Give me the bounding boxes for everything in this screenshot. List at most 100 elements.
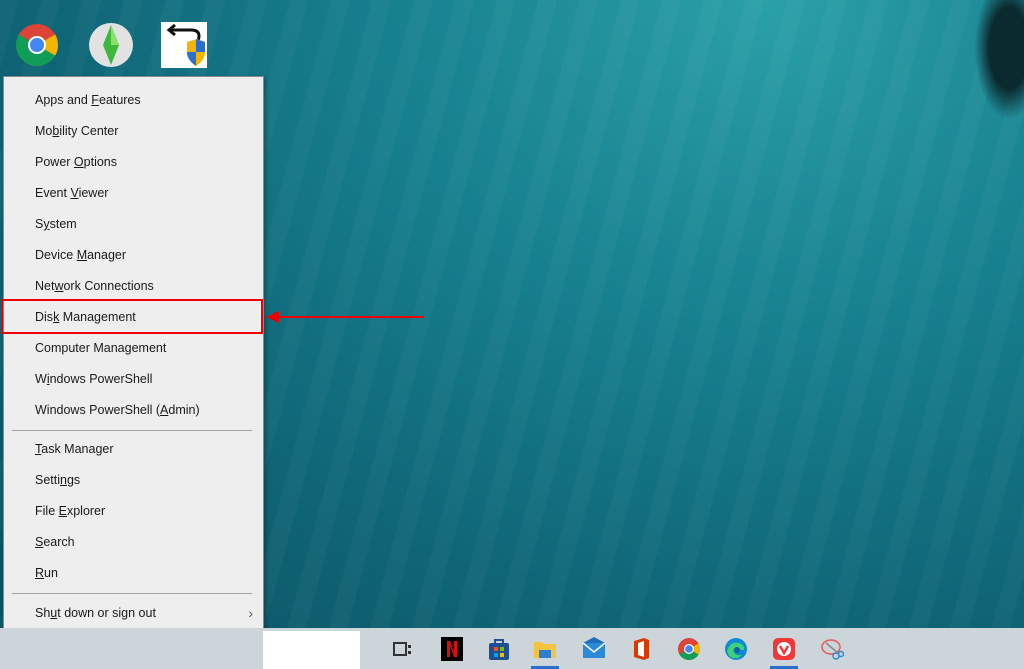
label-text: iewer (78, 186, 109, 200)
sims-plumbob-icon (89, 23, 133, 67)
label-text: ptions (83, 155, 117, 169)
chrome-shortcut[interactable]: ↗ (14, 22, 60, 90)
label-text: Computer Mana (35, 341, 125, 355)
label-text: Power (35, 155, 74, 169)
taskbar-edge-button[interactable] (718, 631, 754, 667)
disk-management-highlight-box (1, 299, 263, 334)
taskbar-vivaldi-button[interactable] (766, 631, 802, 669)
taskbar-office-button[interactable] (623, 631, 659, 667)
label-text: xplorer (66, 504, 106, 518)
task-view-icon (393, 642, 411, 656)
menu-item-label: Network Connections (35, 271, 154, 302)
label-text: eatures (98, 93, 141, 107)
taskbar-task-view-button[interactable] (384, 631, 420, 667)
access-key: R (35, 566, 45, 580)
winx-context-menu: Apps and Features Mobility Center Power Op… (3, 76, 264, 668)
menu-item-run[interactable]: Run (4, 558, 263, 589)
label-text: anager (87, 248, 127, 262)
menu-item-power-options[interactable]: Power Options (4, 147, 263, 178)
menu-item-label: Shut down or sign out (35, 598, 156, 629)
taskbar-snipping-tool-button[interactable] (814, 631, 850, 667)
office-icon (634, 638, 649, 660)
taskbar-microsoft-store-button[interactable] (481, 631, 517, 667)
label-text: un (44, 566, 58, 580)
ts4-shortcut[interactable]: ↗ (88, 22, 134, 90)
menu-item-label: Power Options (35, 147, 117, 178)
label-text: File (35, 504, 59, 518)
label-text: Sh (35, 606, 51, 620)
access-key: g (124, 341, 132, 355)
menu-item-label: System (35, 209, 77, 240)
folder-icon (534, 642, 556, 658)
menu-item-label: Windows PowerShell (Admin) (35, 395, 200, 426)
label-text: Mo (35, 124, 53, 138)
menu-item-event-viewer[interactable]: Event Viewer (4, 178, 263, 209)
label-text: ement (131, 341, 167, 355)
menu-item-label: Apps and Features (35, 85, 141, 116)
menu-item-label: Search (35, 527, 75, 558)
access-key: M (76, 248, 88, 262)
access-key: n (60, 473, 67, 487)
taskbar-search-box[interactable] (263, 631, 360, 669)
store-icon (489, 639, 509, 660)
access-key: V (70, 186, 79, 200)
menu-item-label: Task Manager (35, 434, 114, 465)
taskbar-file-explorer-button[interactable] (527, 631, 563, 669)
menu-item-apps-and-features[interactable]: Apps and Features (4, 85, 263, 116)
taskbar-mail-button[interactable] (576, 631, 612, 667)
chrome-icon (678, 638, 700, 660)
menu-item-search[interactable]: Search (4, 527, 263, 558)
menu-item-task-manager[interactable]: Task Manager (4, 434, 263, 465)
menu-item-mobility-center[interactable]: Mobility Center (4, 116, 263, 147)
menu-item-settings[interactable]: Settings (4, 465, 263, 496)
chrome-icon (15, 24, 59, 67)
stellar-shortcut[interactable]: ↗ (161, 22, 207, 90)
access-key: O (73, 155, 84, 169)
label-text: dmin) (168, 403, 200, 417)
menu-item-device-manager[interactable]: Device Manager (4, 240, 263, 271)
menu-item-windows-powershell-admin[interactable]: Windows PowerShell (Admin) (4, 395, 263, 426)
red-arrow-annotation (266, 311, 424, 323)
menu-item-label: Computer Management (35, 333, 166, 364)
label-text: t down or sign out (57, 606, 156, 620)
menu-item-label: Windows PowerShell (35, 364, 152, 395)
uac-shield-restore-icon (166, 23, 205, 66)
label-text: Net (35, 279, 55, 293)
label-text: ndows PowerShell (49, 372, 153, 386)
edge-icon (725, 638, 747, 660)
label-text: stem (49, 217, 77, 231)
menu-item-file-explorer[interactable]: File Explorer (4, 496, 263, 527)
menu-item-label: Settings (35, 465, 80, 496)
menu-item-network-connections[interactable]: Network Connections (4, 271, 263, 302)
chevron-right-icon: › (248, 605, 253, 621)
wallpaper-swimmer (974, 0, 1024, 120)
menu-item-label: Event Viewer (35, 178, 108, 209)
menu-item-label: Mobility Center (35, 116, 118, 147)
menu-separator (12, 430, 252, 431)
label-text: Event (35, 186, 71, 200)
menu-item-label: File Explorer (35, 496, 105, 527)
taskbar-netflix-button[interactable] (434, 631, 470, 667)
menu-item-label: Device Manager (35, 240, 126, 271)
label-text: Apps and (35, 93, 92, 107)
label-text: ork Connections (63, 279, 154, 293)
menu-item-computer-management[interactable]: Computer Management (4, 333, 263, 364)
menu-item-shut-down-or-sign-out[interactable]: Shut down or sign out › (4, 598, 263, 629)
menu-item-label: Run (35, 558, 58, 589)
netflix-icon (441, 637, 463, 661)
label-text: Device (35, 248, 77, 262)
taskbar-chrome-button[interactable] (671, 631, 707, 667)
access-key: F (91, 93, 99, 107)
label-text: earch (43, 535, 75, 549)
menu-separator (12, 593, 252, 594)
label-text: W (35, 372, 47, 386)
label-text: Setti (35, 473, 61, 487)
vivaldi-icon (773, 638, 795, 660)
mail-icon (582, 637, 606, 658)
menu-item-system[interactable]: System (4, 209, 263, 240)
access-key: E (58, 504, 67, 518)
label-text: Windows PowerShell ( (35, 403, 161, 417)
menu-item-windows-powershell[interactable]: Windows PowerShell (4, 364, 263, 395)
label-text: ility Center (59, 124, 119, 138)
label-text: gs (66, 473, 81, 487)
